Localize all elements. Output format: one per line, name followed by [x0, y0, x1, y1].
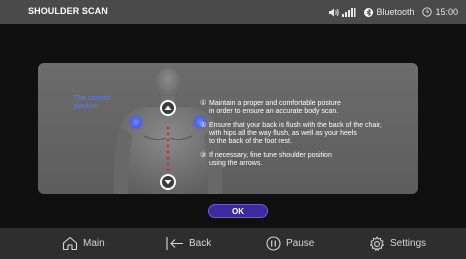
pause-icon	[266, 236, 281, 251]
correct-position-label: The correct position	[74, 95, 110, 110]
nav-settings-button[interactable]: Settings	[369, 228, 426, 259]
clock-status: 15:00	[422, 7, 458, 17]
nav-pause-button[interactable]: Pause	[266, 228, 314, 259]
signal-icon	[342, 7, 356, 17]
nav-pause-label: Pause	[286, 238, 315, 249]
status-bar: SHOULDER SCAN Bluetooth 15:00	[0, 0, 466, 24]
clock-time: 15:00	[435, 7, 458, 17]
bluetooth-status: Bluetooth	[364, 7, 414, 17]
nav-main-button[interactable]: Main	[62, 228, 105, 259]
volume-icon	[329, 8, 340, 16]
instruction-panel: The correct position ① Maintain a proper…	[38, 63, 418, 194]
nav-settings-label: Settings	[390, 238, 427, 249]
instruction-item: ③ If necessary, fine tune shoulder posit…	[200, 152, 415, 168]
bottom-nav: Main Back Pause Settings	[0, 228, 466, 259]
bluetooth-icon	[364, 7, 374, 17]
ok-button[interactable]: OK	[208, 204, 268, 218]
instruction-list: ① Maintain a proper and comfortable post…	[200, 100, 415, 174]
left-shoulder-marker	[128, 114, 144, 130]
home-icon	[62, 236, 78, 251]
clock-icon	[422, 7, 433, 17]
nav-main-label: Main	[83, 238, 105, 249]
chevron-down-icon[interactable]	[160, 174, 176, 190]
back-arrow-icon	[166, 237, 183, 250]
instruction-item: ② Ensure that your back is flush with th…	[200, 122, 415, 146]
instruction-number: ③	[200, 152, 207, 159]
instruction-item: ① Maintain a proper and comfortable post…	[200, 100, 415, 116]
main-content: The correct position ① Maintain a proper…	[0, 24, 466, 228]
instruction-text: If necessary, fine tune shoulder positio…	[209, 152, 332, 167]
instruction-text: Ensure that your back is flush with the …	[209, 122, 382, 145]
nav-back-button[interactable]: Back	[166, 228, 211, 259]
instruction-number: ②	[200, 122, 207, 129]
bluetooth-label: Bluetooth	[376, 7, 415, 17]
chevron-up-icon[interactable]	[160, 100, 176, 116]
volume-signal-indicator	[328, 7, 356, 17]
instruction-number: ①	[200, 100, 207, 107]
instruction-text: Maintain a proper and comfortable postur…	[209, 100, 341, 115]
gear-icon	[370, 236, 384, 251]
nav-back-label: Back	[189, 238, 212, 249]
screen-title: SHOULDER SCAN	[28, 6, 108, 16]
